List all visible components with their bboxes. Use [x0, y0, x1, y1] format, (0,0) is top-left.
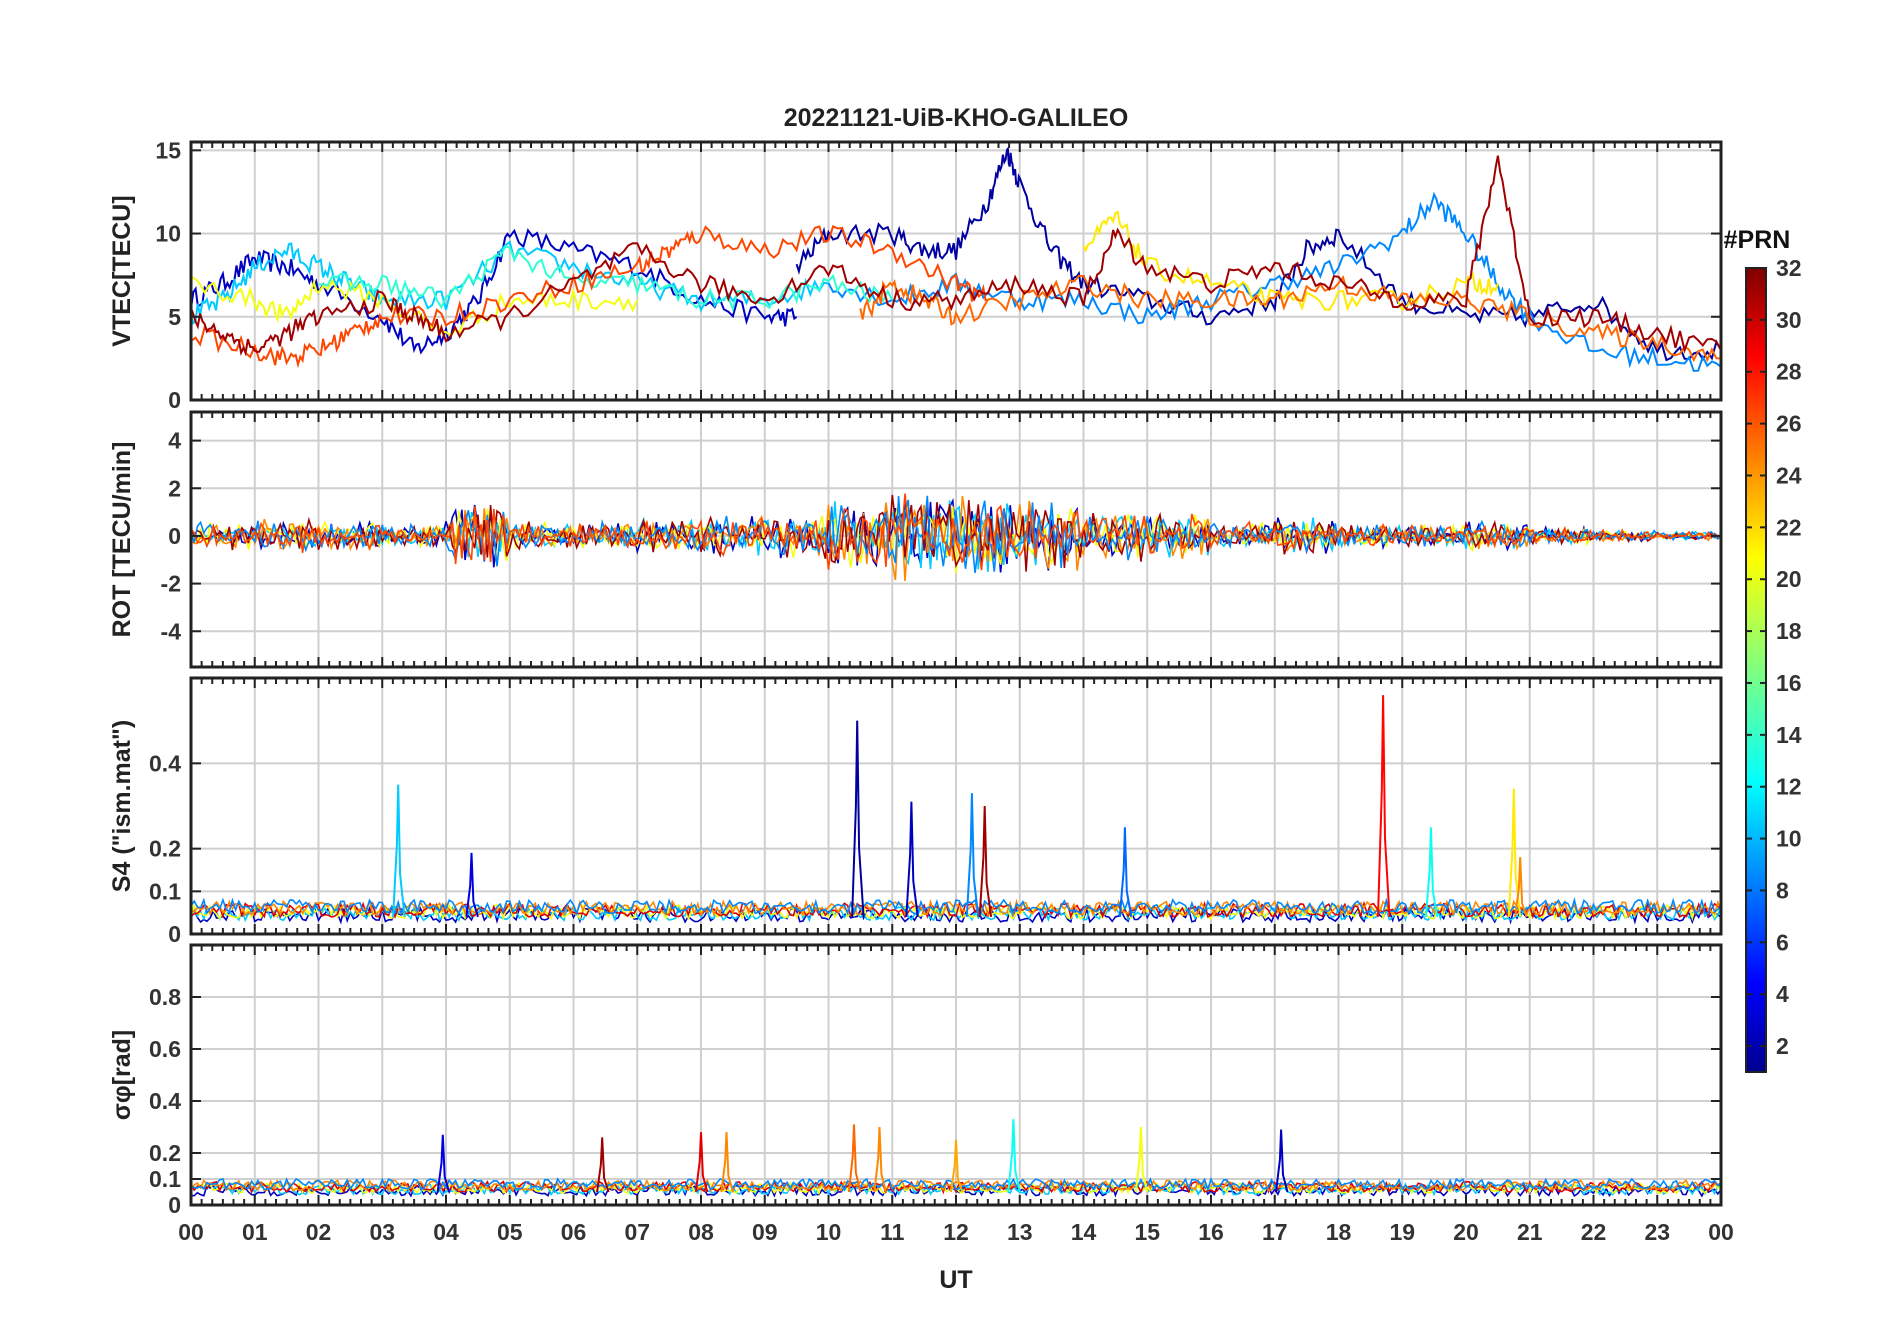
colorbar-tick-label: 14	[1776, 722, 1802, 748]
colorbar-tick-label: 20	[1776, 566, 1802, 592]
y-tick-label: -2	[161, 571, 181, 597]
y-tick-label: 0	[168, 523, 181, 549]
colorbar-tick-label: 2	[1776, 1033, 1789, 1059]
panel-2: -4 -2 0 2 4 ROT [TECU/min]	[108, 410, 1723, 669]
panel-1: 0 5 10 15 VTEC[TECU]	[108, 137, 1723, 413]
y-tick-label: 2	[168, 475, 181, 501]
x-axis-label: UT	[939, 1266, 972, 1294]
y-tick-label: 0.2	[149, 836, 181, 862]
x-tick-label: 09	[752, 1219, 778, 1245]
x-tick-label: 18	[1326, 1219, 1352, 1245]
y-tick-label: 4	[168, 428, 181, 454]
y-tick-label: 0.4	[149, 750, 181, 776]
x-tick-label: 00	[1708, 1219, 1734, 1245]
x-tick-label: 19	[1389, 1219, 1415, 1245]
y-tick-label: 15	[155, 137, 181, 163]
colorbar-tick-label: 8	[1776, 877, 1789, 903]
x-tick-label: 04	[433, 1219, 459, 1245]
colorbar-tick-label: 30	[1776, 307, 1802, 333]
x-tick-label: 02	[306, 1219, 332, 1245]
x-tick-label: 03	[369, 1219, 395, 1245]
colorbar-tick-label: 28	[1776, 359, 1802, 385]
y-tick-label: 0.8	[149, 984, 181, 1010]
figure: 20221121-UiB-KHO-GALILEO 051015VTEC[TECU…	[108, 104, 1802, 1294]
y-tick-label: -4	[161, 618, 182, 644]
y-tick-label: 0	[168, 1192, 181, 1218]
x-tick-label: 21	[1517, 1219, 1543, 1245]
colorbar-tick-label: 18	[1776, 618, 1802, 644]
x-tick-label: 17	[1262, 1219, 1288, 1245]
colorbar-tick-label: 26	[1776, 411, 1802, 437]
x-tick-label: 08	[688, 1219, 714, 1245]
y-axis-label: S4 ("ism.mat")	[108, 720, 136, 892]
x-tick-label: 01	[242, 1219, 268, 1245]
x-tick-label: 06	[561, 1219, 587, 1245]
x-tick-label: 07	[624, 1219, 650, 1245]
x-tick-label: 23	[1644, 1219, 1670, 1245]
colorbar-tick-label: 6	[1776, 929, 1789, 955]
y-tick-label: 10	[155, 221, 181, 247]
colorbar-tick-label: 10	[1776, 826, 1802, 852]
x-tick-labels: 00 01 02 03 04 05 06 07 08 09 10 11 12 13 14 15 16 17 18 19…	[178, 1219, 1734, 1245]
x-tick-label: 10	[816, 1219, 842, 1245]
y-axis-label: VTEC[TECU]	[108, 195, 136, 346]
colorbar-tick-label: 32	[1776, 255, 1802, 281]
chart-title: 20221121-UiB-KHO-GALILEO	[784, 104, 1129, 132]
colorbar-label: #PRN	[1724, 226, 1791, 254]
colorbar: #PRN 2468101214161820222426283032	[1724, 226, 1802, 1073]
y-tick-label: 0.2	[149, 1140, 181, 1166]
x-tick-label: 22	[1581, 1219, 1607, 1245]
x-tick-label: 20	[1453, 1219, 1479, 1245]
x-tick-label: 11	[880, 1219, 905, 1245]
colorbar-tick-label: 22	[1776, 514, 1802, 540]
x-tick-label: 14	[1071, 1219, 1097, 1245]
y-axis-label: ROT [TECU/min]	[108, 442, 136, 638]
y-tick-label: 0.1	[149, 878, 181, 904]
x-tick-label: 05	[497, 1219, 523, 1245]
x-tick-label: 13	[1007, 1219, 1033, 1245]
y-tick-label: 5	[168, 304, 181, 330]
x-tick-label: 00	[178, 1219, 204, 1245]
y-tick-label: 0	[168, 387, 181, 413]
x-tick-label: 15	[1134, 1219, 1160, 1245]
colorbar-tick-label: 4	[1776, 981, 1789, 1007]
y-tick-label: 0.1	[149, 1166, 181, 1192]
panel-3: 0 0.1 0.2 0.4 S4 ("ism.mat")	[108, 676, 1723, 947]
colorbar-tick-label: 24	[1776, 462, 1802, 488]
panel-4: 00.10.2 0.4 0.6 0.8 σφ[rad]	[108, 943, 1723, 1218]
y-tick-label: 0.4	[149, 1088, 181, 1114]
y-tick-label: 0	[168, 921, 181, 947]
y-axis-label: σφ[rad]	[108, 1030, 136, 1121]
colorbar-tick-label: 16	[1776, 670, 1802, 696]
y-tick-label: 0.6	[149, 1036, 181, 1062]
x-tick-label: 16	[1198, 1219, 1224, 1245]
colorbar-scale	[1745, 267, 1767, 1073]
x-tick-label: 12	[943, 1219, 969, 1245]
colorbar-tick-label: 12	[1776, 774, 1802, 800]
